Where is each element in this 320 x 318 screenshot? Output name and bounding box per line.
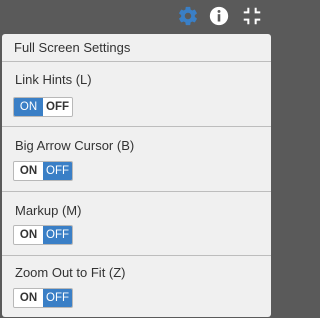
big-arrow-cursor-label: Big Arrow Cursor (B) [15, 138, 135, 153]
gear-icon[interactable] [177, 5, 199, 27]
zoom-out-to-fit-off-option[interactable]: OFF [43, 289, 72, 307]
markup-on-option[interactable]: ON [14, 226, 43, 244]
settings-panel: Full Screen Settings Link Hints (L) ON O… [2, 34, 271, 317]
divider [2, 255, 271, 256]
markup-toggle[interactable]: ON OFF [13, 225, 73, 245]
link-hints-on-option[interactable]: ON [14, 98, 43, 116]
info-icon[interactable] [208, 5, 230, 27]
toolbar [0, 0, 273, 34]
big-arrow-cursor-off-option[interactable]: OFF [43, 162, 72, 180]
divider [2, 126, 271, 127]
markup-label: Markup (M) [15, 203, 82, 218]
link-hints-off-option[interactable]: OFF [43, 98, 72, 116]
divider [2, 191, 271, 192]
exit-fullscreen-icon[interactable] [241, 5, 263, 27]
link-hints-label: Link Hints (L) [15, 72, 92, 87]
panel-title: Full Screen Settings [2, 34, 271, 62]
zoom-out-to-fit-label: Zoom Out to Fit (Z) [15, 265, 126, 280]
big-arrow-cursor-on-option[interactable]: ON [14, 162, 43, 180]
markup-off-option[interactable]: OFF [43, 226, 72, 244]
big-arrow-cursor-toggle[interactable]: ON OFF [13, 161, 73, 181]
zoom-out-to-fit-toggle[interactable]: ON OFF [13, 288, 73, 308]
link-hints-toggle[interactable]: ON OFF [13, 97, 73, 117]
zoom-out-to-fit-on-option[interactable]: ON [14, 289, 43, 307]
